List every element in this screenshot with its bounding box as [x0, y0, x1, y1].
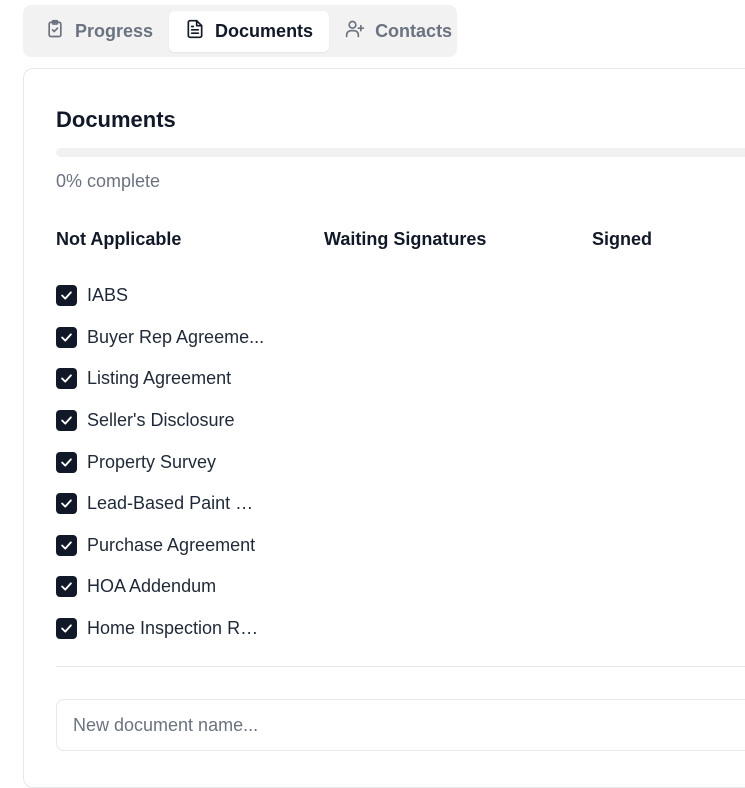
- document-checkbox[interactable]: [56, 368, 77, 390]
- document-label: IABS: [87, 285, 129, 306]
- checkmark-icon: [61, 458, 72, 467]
- document-label: Lead-Based Paint Di...: [87, 493, 265, 514]
- document-label: Purchase Agreement: [87, 534, 256, 555]
- clipboard-check-icon: [45, 19, 65, 44]
- column-waiting-signatures: Waiting Signatures: [324, 229, 487, 249]
- document-item: IABS: [56, 275, 286, 317]
- document-checkbox[interactable]: [56, 534, 77, 556]
- column-not-applicable: Not Applicable: [56, 229, 182, 249]
- document-label: Property Survey: [87, 451, 217, 472]
- checkmark-icon: [61, 541, 72, 550]
- document-checkbox[interactable]: [56, 410, 77, 432]
- progress-bar: [56, 148, 745, 157]
- card-title: Documents: [56, 107, 176, 132]
- document-item: Seller's Disclosure: [56, 400, 286, 442]
- tab-contacts[interactable]: Contacts: [329, 11, 468, 52]
- tab-progress-label: Progress: [75, 20, 154, 41]
- document-checkbox[interactable]: [56, 493, 77, 515]
- checkmark-icon: [61, 333, 72, 342]
- new-document-input[interactable]: [56, 699, 745, 751]
- tab-documents[interactable]: Documents: [169, 10, 330, 52]
- checkmark-icon: [61, 582, 72, 592]
- document-label: Home Inspection Re...: [87, 618, 265, 639]
- checkmark-icon: [61, 374, 72, 384]
- divider: [56, 666, 745, 667]
- document-item: Listing Agreement: [56, 358, 286, 400]
- progress-text: 0% complete: [56, 171, 161, 191]
- document-label: Listing Agreement: [87, 368, 232, 389]
- document-checkbox[interactable]: [56, 618, 77, 640]
- document-label: HOA Addendum: [87, 576, 217, 597]
- checkmark-icon: [61, 499, 72, 508]
- document-checkbox[interactable]: [56, 326, 77, 348]
- document-item: Home Inspection Re...: [56, 608, 286, 650]
- tab-documents-label: Documents: [215, 20, 314, 41]
- not-applicable-list: IABS Buyer Rep Agreeme... Listing Agreem…: [56, 275, 286, 649]
- checkmark-icon: [61, 291, 72, 300]
- document-item: Buyer Rep Agreeme...: [56, 317, 286, 359]
- tab-contacts-label: Contacts: [375, 20, 453, 41]
- document-checkbox[interactable]: [56, 451, 77, 473]
- document-item: Lead-Based Paint Di...: [56, 483, 286, 525]
- document-label: Seller's Disclosure: [87, 410, 235, 431]
- document-item: Property Survey: [56, 441, 286, 483]
- documents-card: Documents 0% complete Not Applicable Wai…: [23, 68, 745, 788]
- column-signed: Signed: [592, 229, 653, 249]
- tab-progress[interactable]: Progress: [29, 11, 169, 52]
- document-checkbox[interactable]: [56, 285, 77, 307]
- document-icon: [185, 19, 205, 44]
- checkmark-icon: [61, 416, 72, 425]
- tab-bar: Progress Documents Contacts: [23, 5, 457, 57]
- document-item: Purchase Agreement: [56, 525, 286, 567]
- document-item: HOA Addendum: [56, 566, 286, 608]
- document-checkbox[interactable]: [56, 576, 77, 598]
- checkmark-icon: [61, 624, 72, 633]
- user-plus-icon: [345, 19, 365, 44]
- document-label: Buyer Rep Agreeme...: [87, 326, 265, 347]
